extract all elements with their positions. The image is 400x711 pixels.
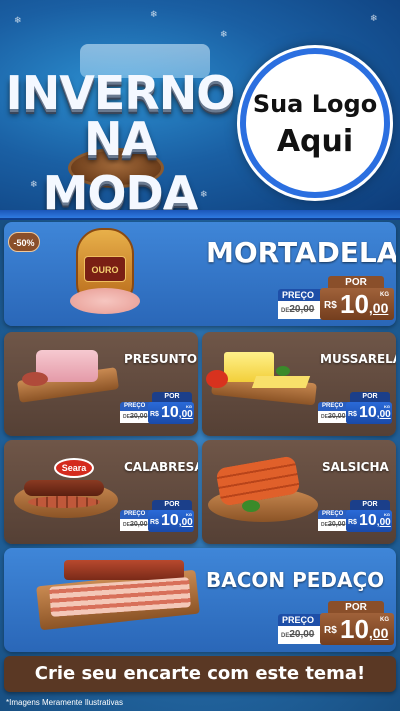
new-price: R$ 10,00 KG bbox=[346, 510, 392, 532]
product-name: MUSSARELA bbox=[320, 352, 396, 366]
product-name: PRESUNTO bbox=[124, 352, 198, 366]
product-card-mussarela: MUSSARELA POR PREÇO DE20,00 R$ 10,00 KG bbox=[202, 332, 396, 436]
old-price: DE20,00 bbox=[278, 301, 324, 319]
brand-logo: Seara bbox=[54, 458, 94, 478]
price-por-label: POR bbox=[152, 392, 192, 402]
discount-badge: -50% bbox=[8, 232, 40, 252]
price-preco-label: PREÇO bbox=[278, 614, 324, 626]
header-divider bbox=[0, 210, 400, 220]
snowflake-icon: ❄ bbox=[14, 16, 22, 26]
product-card-salsicha: SALSICHA POR PREÇO DE20,00 R$ 10,00 KG bbox=[202, 440, 396, 544]
campaign-title-line2: NA MODA bbox=[42, 112, 199, 216]
tomato-image bbox=[206, 370, 228, 388]
product-card-calabresa: Seara CALABRESA POR PREÇO DE20,00 R$ 10,… bbox=[4, 440, 198, 544]
basil-image bbox=[276, 366, 290, 376]
price-preco-label: PREÇO bbox=[278, 289, 324, 301]
price-por-label: POR bbox=[350, 500, 390, 510]
product-name: CALABRESA bbox=[124, 460, 198, 474]
calabresa-slices bbox=[28, 496, 100, 508]
mortadela-slices bbox=[70, 288, 140, 314]
disclaimer-text: *Imagens Meramente Ilustrativas bbox=[6, 698, 123, 707]
snowflake-icon: ❄ bbox=[370, 14, 378, 24]
calabresa-image bbox=[24, 480, 104, 496]
bacon-image bbox=[64, 560, 184, 580]
header-banner: ❄ ❄ ❄ ❄ ❄ ❄ INVERNO NA MODA Sua Logo Aqu… bbox=[0, 0, 400, 216]
product-card-bacon: BACON PEDAÇO POR PREÇO DE20,00 R$ 10,00 … bbox=[4, 548, 396, 652]
snowflake-icon: ❄ bbox=[150, 10, 158, 20]
store-logo-placeholder: Sua Logo Aqui bbox=[240, 48, 390, 198]
price-por-label: POR bbox=[152, 500, 192, 510]
mussarela-slices bbox=[251, 376, 311, 388]
new-price: R$ 10,00 KG bbox=[320, 288, 394, 320]
new-price: R$ 10,00 KG bbox=[320, 613, 394, 645]
new-price: R$ 10,00 KG bbox=[346, 402, 392, 424]
brand-label: OURO bbox=[84, 256, 126, 282]
logo-text-line1: Sua Logo bbox=[252, 90, 378, 118]
product-card-mortadela: OURO MORTADELA POR PREÇO DE20,00 R$ 10,0… bbox=[4, 222, 396, 326]
price-por-label: POR bbox=[350, 392, 390, 402]
product-name: BACON PEDAÇO bbox=[206, 568, 385, 592]
old-price: DE20,00 bbox=[278, 626, 324, 644]
snowflake-icon: ❄ bbox=[220, 30, 228, 40]
new-price: R$ 10,00 KG bbox=[148, 402, 194, 424]
product-name: MORTADELA bbox=[206, 236, 396, 269]
herb-image bbox=[242, 500, 260, 512]
presunto-slice bbox=[22, 372, 48, 386]
new-price: R$ 10,00 KG bbox=[148, 510, 194, 532]
call-to-action-banner[interactable]: Crie seu encarte com este tema! bbox=[4, 656, 396, 692]
product-name: SALSICHA bbox=[322, 460, 389, 474]
product-card-presunto: PRESUNTO POR PREÇO DE20,00 R$ 10,00 KG bbox=[4, 332, 198, 436]
logo-text-line2: Aqui bbox=[276, 124, 354, 159]
